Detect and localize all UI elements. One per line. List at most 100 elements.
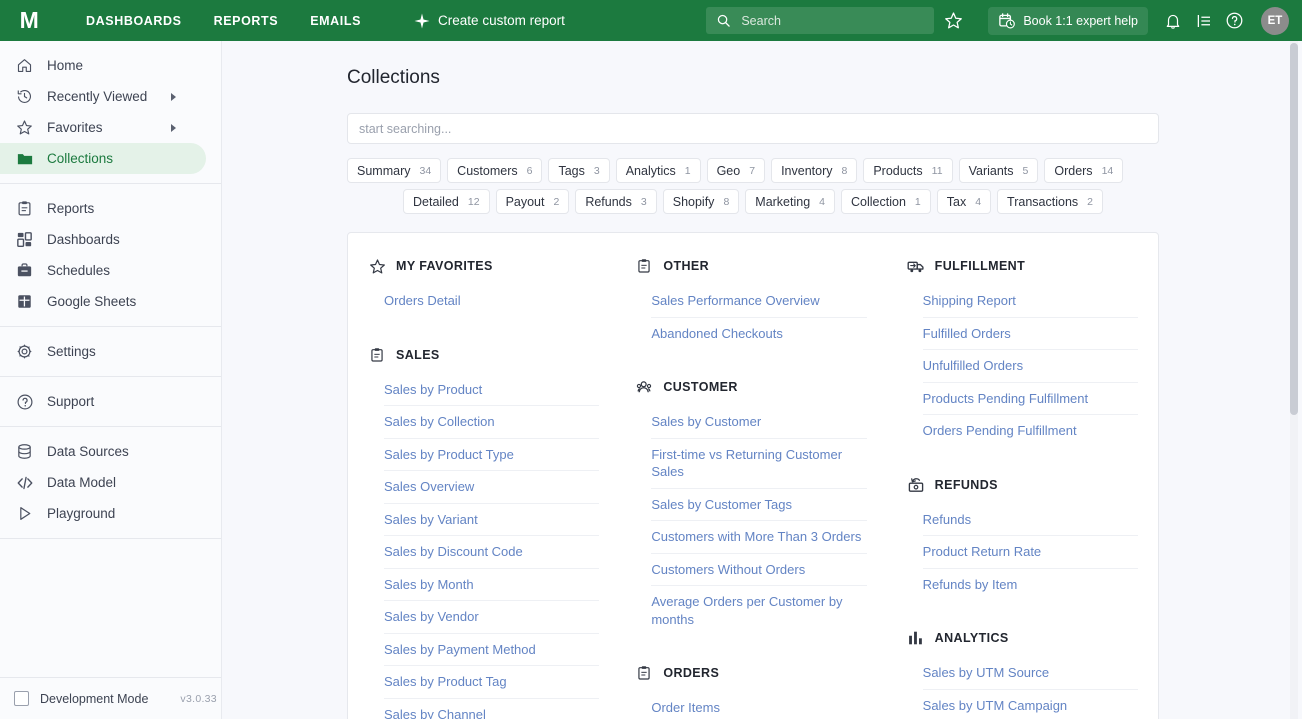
link-sales-by-payment-method[interactable]: Sales by Payment Method [384,634,600,667]
tab-label: Refunds [585,194,632,209]
tab-tax[interactable]: Tax 4 [936,189,992,214]
clipboard-icon [15,199,34,218]
nav-dashboards[interactable]: DASHBOARDS [70,14,198,28]
sidebar-item-dashboards[interactable]: Dashboards [0,224,206,255]
link-refunds[interactable]: Refunds [922,504,1138,537]
notifications-button[interactable] [1157,0,1188,41]
activity-log-button[interactable] [1188,0,1219,41]
link-abandoned-checkouts[interactable]: Abandoned Checkouts [651,318,866,350]
development-mode-checkbox[interactable] [14,691,29,706]
tab-variants[interactable]: Variants 5 [958,158,1039,183]
tab-inventory[interactable]: Inventory 8 [771,158,858,183]
tab-geo[interactable]: Geo 7 [706,158,766,183]
tab-refunds[interactable]: Refunds 3 [575,189,657,214]
user-avatar[interactable]: ET [1261,6,1289,35]
sidebar-item-schedules[interactable]: Schedules [0,255,206,286]
sidebar-group-settings: Settings [0,327,221,376]
help-button[interactable] [1219,0,1250,41]
tab-products[interactable]: Products 11 [863,158,953,183]
create-custom-report-button[interactable]: Create custom report [413,12,565,30]
sidebar-item-home[interactable]: Home [0,50,206,81]
link-average-orders-per-customer-by-months[interactable]: Average Orders per Customer by months [651,586,866,635]
link-order-items[interactable]: Order Items [651,692,866,719]
link-sales-by-month[interactable]: Sales by Month [384,569,600,602]
tab-customers[interactable]: Customers 6 [447,158,543,183]
link-unfulfilled-orders[interactable]: Unfulfilled Orders [922,350,1138,383]
sidebar-label: Dashboards [47,232,120,247]
link-orders-detail[interactable]: Orders Detail [384,285,599,317]
link-sales-by-product-tag[interactable]: Sales by Product Tag [384,666,600,700]
tab-shopify[interactable]: Shopify 8 [662,189,740,214]
link-product-return-rate[interactable]: Product Return Rate [922,536,1138,569]
sidebar-item-settings[interactable]: Settings [0,336,206,367]
link-sales-by-product-type[interactable]: Sales by Product Type [384,439,600,472]
tab-orders[interactable]: Orders 14 [1044,158,1124,183]
development-mode-toggle[interactable]: Development Mode v3.0.33 [0,677,221,719]
sidebar-item-playground[interactable]: Playground [0,498,206,529]
sidebar-label: Reports [47,201,95,216]
sidebar-item-recently-viewed[interactable]: Recently Viewed [0,81,206,112]
tab-count: 1 [684,164,691,177]
link-sales-by-utm-campaign[interactable]: Sales by UTM Campaign [923,690,1138,719]
sidebar-label: Support [47,394,95,409]
tab-summary[interactable]: Summary 34 [347,158,442,183]
sidebar-label: Home [47,58,84,73]
link-sales-by-vendor[interactable]: Sales by Vendor [384,601,600,634]
link-first-time-vs-returning-customer-sales[interactable]: First-time vs Returning Customer Sales [651,439,867,489]
clipboard-icon [368,346,386,364]
tab-count: 2 [553,195,560,208]
sidebar-item-support[interactable]: Support [0,386,206,417]
link-sales-overview[interactable]: Sales Overview [384,471,600,504]
link-customers-without-orders[interactable]: Customers Without Orders [651,554,867,587]
page-scrollbar-thumb[interactable] [1290,43,1298,415]
link-sales-performance-overview[interactable]: Sales Performance Overview [651,285,867,318]
link-shipping-report[interactable]: Shipping Report [922,285,1138,318]
section-title: ANALYTICS [934,631,1009,646]
sidebar-label: Schedules [47,263,111,278]
tab-label: Collection [851,194,906,209]
main-content: Collections start searching... Summary 3… [222,41,1302,719]
link-orders-pending-fulfillment[interactable]: Orders Pending Fulfillment [923,415,1138,447]
link-sales-by-collection[interactable]: Sales by Collection [384,406,600,439]
home-icon [15,56,34,75]
sidebar-item-data-model[interactable]: Data Model [0,467,206,498]
sidebar-item-collections[interactable]: Collections [0,143,206,174]
section-links-my-favorites: Orders Detail [384,285,599,317]
section-title: OTHER [663,259,710,273]
link-sales-by-customer-tags[interactable]: Sales by Customer Tags [651,489,867,522]
link-sales-by-utm-source[interactable]: Sales by UTM Source [922,657,1138,690]
link-customers-with-more-than-3-orders[interactable]: Customers with More Than 3 Orders [651,521,867,554]
sidebar-item-google-sheets[interactable]: Google Sheets [0,286,206,317]
tab-label: Geo [716,163,741,178]
nav-reports[interactable]: REPORTS [198,14,295,28]
tab-transactions[interactable]: Transactions 2 [997,189,1103,214]
collections-search-input[interactable]: start searching... [347,113,1159,144]
global-search-placeholder: Search [741,13,781,28]
link-products-pending-fulfillment[interactable]: Products Pending Fulfillment [922,383,1138,416]
link-fulfilled-orders[interactable]: Fulfilled Orders [922,318,1138,351]
link-sales-by-channel[interactable]: Sales by Channel [384,699,599,719]
sidebar-item-reports[interactable]: Reports [0,193,206,224]
link-sales-by-product[interactable]: Sales by Product [384,374,600,407]
book-expert-help-button[interactable]: Book 1:1 expert help [988,6,1148,35]
tab-analytics[interactable]: Analytics 1 [615,158,701,183]
link-sales-by-discount-code[interactable]: Sales by Discount Code [384,536,600,569]
link-sales-by-customer[interactable]: Sales by Customer [651,406,867,439]
global-search-input[interactable]: Search [706,7,935,34]
topbar-right-cluster: Search Book 1:1 expert help ET [706,0,1302,41]
link-refunds-by-item[interactable]: Refunds by Item [923,569,1138,601]
tab-marketing[interactable]: Marketing 4 [745,189,836,214]
help-circle-icon [15,392,34,411]
tab-detailed[interactable]: Detailed 12 [403,189,490,214]
nav-emails[interactable]: EMAILS [294,14,377,28]
link-sales-by-variant[interactable]: Sales by Variant [384,504,600,537]
sparkle-icon [414,13,430,28]
tab-payout[interactable]: Payout 2 [495,189,570,214]
sidebar-item-favorites[interactable]: Favorites [0,112,206,143]
category-tabs-row-2: Detailed 12 Payout 2 Refunds 3 Shopify 8… [347,189,1159,214]
tab-collection[interactable]: Collection 1 [841,189,931,214]
sidebar-item-data-sources[interactable]: Data Sources [0,436,206,467]
tab-tags[interactable]: Tags 3 [548,158,610,183]
favorite-star-button[interactable] [934,0,972,41]
app-logo[interactable]: M [0,7,58,34]
